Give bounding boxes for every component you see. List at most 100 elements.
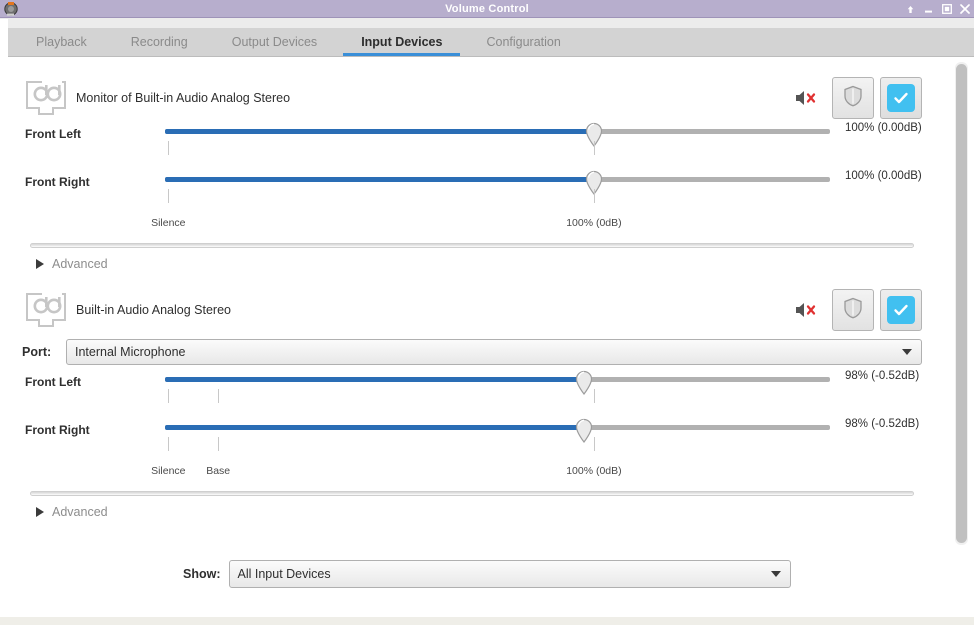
audio-card-icon [22,77,70,119]
device-list-scroll-area: Monitor of Built-in Audio Analog Stereo [0,57,974,550]
device-card-builtin: Built-in Audio Analog Stereo [0,281,944,529]
channel-label: Front Right [25,175,90,189]
volume-control-window: Volume Control Playback Recording Output… [0,0,974,625]
channel-row: Front Left 98% (-0. [22,369,922,417]
window-left-edge [0,19,8,625]
speaker-muted-icon[interactable] [794,88,818,108]
slider-tick [168,389,169,403]
shield-icon [843,85,863,112]
slider-tick-labels: Silence100% (0dB) [165,217,830,231]
slider-tick-label: Base [206,465,230,477]
volume-slider[interactable] [165,425,830,430]
advanced-expander[interactable]: Advanced [22,248,922,281]
channel-slider-area: 100% (0.00dB) [165,169,922,217]
volume-slider[interactable] [165,377,830,382]
lock-volume-button[interactable] [832,289,874,331]
slider-tick [168,437,169,451]
port-row: Port: Internal Microphone [22,339,922,365]
slider-fill [165,425,584,430]
channel-label: Front Right [25,423,90,437]
tab-label: Configuration [486,35,560,49]
tab-label: Recording [131,35,188,49]
slider-tick [218,437,219,451]
tab-configuration[interactable]: Configuration [464,28,582,56]
channel-row: Front Left 100% (0. [22,121,922,169]
slider-ticks [165,389,830,405]
channel-label: Front Left [25,375,81,389]
shield-icon [843,297,863,324]
channel-value: 98% (-0.52dB) [845,418,919,430]
device-header: Built-in Audio Analog Stereo [22,287,922,333]
maximize-button[interactable] [941,4,952,15]
checkmark-icon [887,84,915,112]
window-controls [905,0,970,18]
advanced-expander[interactable]: Advanced [22,496,922,529]
close-button[interactable] [959,4,970,15]
title-bar: Volume Control [0,0,974,18]
tab-label: Input Devices [361,35,442,49]
window-title: Volume Control [0,0,974,18]
volume-icon [2,0,20,18]
channel-label: Front Left [25,127,81,141]
show-filter-row: Show: All Input Devices [183,560,791,588]
device-card-monitor: Monitor of Built-in Audio Analog Stereo [0,57,944,281]
window-bottom-strip [0,617,974,625]
tab-recording[interactable]: Recording [109,28,210,56]
slider-fill [165,177,594,182]
slider-tick [168,189,169,203]
chevron-down-icon [771,571,781,577]
channel-value: 100% (0.00dB) [845,122,922,134]
channel-value: 98% (-0.52dB) [845,370,919,382]
slider-tick [168,141,169,155]
slider-tick [594,437,595,451]
chevron-down-icon [902,349,912,355]
slider-ticks [165,189,830,205]
device-header: Monitor of Built-in Audio Analog Stereo [22,75,922,121]
slider-tick [594,189,595,203]
port-value: Internal Microphone [75,345,185,359]
slider-tick-label: 100% (0dB) [566,217,621,229]
show-label: Show: [183,567,221,581]
volume-slider[interactable] [165,177,830,182]
checkmark-icon [887,296,915,324]
device-name: Built-in Audio Analog Stereo [76,303,231,317]
chevron-right-icon [36,507,44,517]
slider-tick-label: 100% (0dB) [566,465,621,477]
vertical-scrollbar[interactable] [955,62,968,545]
channel-slider-area: 98% (-0.52dB) [165,417,922,465]
speaker-muted-icon[interactable] [794,300,818,320]
channel-row: Front Right 98% (-0 [22,417,922,465]
tab-label: Output Devices [232,35,317,49]
slider-ticks [165,141,830,157]
show-select[interactable]: All Input Devices [229,560,792,588]
channel-slider-area: 100% (0.00dB) [165,121,922,169]
slider-fill [165,377,584,382]
chevron-right-icon [36,259,44,269]
device-list: Monitor of Built-in Audio Analog Stereo [0,57,944,529]
channel-value: 100% (0.00dB) [845,170,922,182]
port-select[interactable]: Internal Microphone [66,339,922,365]
device-name: Monitor of Built-in Audio Analog Stereo [76,91,290,105]
lock-volume-button[interactable] [832,77,874,119]
slider-tick-labels: SilenceBase100% (0dB) [165,465,830,479]
slider-tick [594,389,595,403]
tab-output-devices[interactable]: Output Devices [210,28,339,56]
tab-label: Playback [36,35,87,49]
shade-button[interactable] [905,4,916,15]
show-value: All Input Devices [238,567,331,581]
slider-ticks [165,437,830,453]
tab-input-devices[interactable]: Input Devices [339,28,464,56]
tab-strip-area: Playback Recording Output Devices Input … [0,18,974,57]
minimize-button[interactable] [923,4,934,15]
device-default-button[interactable] [880,77,922,119]
advanced-label: Advanced [52,257,108,271]
device-controls [794,77,922,119]
volume-slider[interactable] [165,129,830,134]
channel-slider-area: 98% (-0.52dB) [165,369,922,417]
footer: Show: All Input Devices [0,550,974,625]
scrollbar-thumb[interactable] [956,64,967,543]
device-default-button[interactable] [880,289,922,331]
port-label: Port: [22,345,66,359]
tab-playback[interactable]: Playback [14,28,109,56]
device-controls [794,289,922,331]
